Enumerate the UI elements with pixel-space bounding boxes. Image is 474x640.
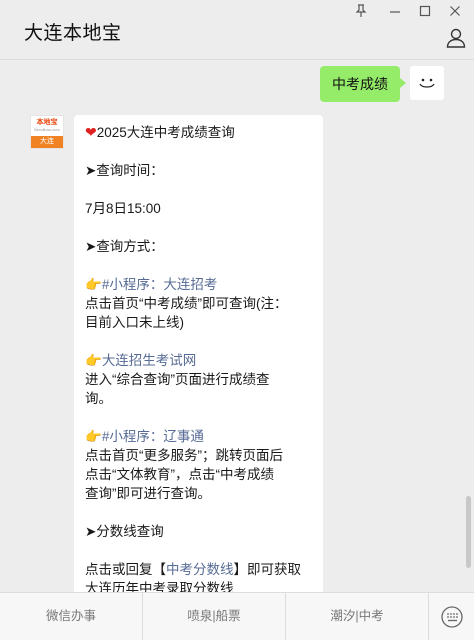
menu-item-tide-exam[interactable]: 潮汐|中考 xyxy=(286,593,428,640)
query-time-label: ➤查询时间： xyxy=(85,163,164,178)
sent-message-bubble[interactable]: 中考成绩 xyxy=(320,66,406,102)
query-method-label: ➤查询方式： xyxy=(85,239,164,254)
pointing-hand-icon: 👉 xyxy=(85,277,102,292)
method1-desc-2: 目前入口未上线) xyxy=(85,315,184,330)
method3-desc-1: 点击首页“更多服务”；跳转页面后 xyxy=(85,448,283,463)
account-avatar[interactable]: 本地宝 Bendibao.com 大连 xyxy=(30,115,64,149)
score-line-desc-2: 大连历年中考录取分数线 xyxy=(85,581,234,592)
score-line-desc: 点击或回复【中考分数线】即可获取 xyxy=(85,562,301,577)
miniprogram-link-liaoshitong[interactable]: #小程序：辽事通 xyxy=(102,429,204,444)
sent-message-row: 中考成绩 xyxy=(320,66,406,102)
avatar-domain: Bendibao.com xyxy=(34,127,60,132)
reply-title-line: ❤2025大连中考成绩查询 xyxy=(85,123,312,142)
avatar-brand: 本地宝 xyxy=(36,119,58,126)
bottom-menu: 微信办事 喷泉|船票 潮汐|中考 xyxy=(0,592,474,640)
score-line-link[interactable]: 中考分数线 xyxy=(166,562,234,577)
chat-info-icon[interactable] xyxy=(446,28,466,48)
pointing-hand-icon: 👉 xyxy=(85,429,102,444)
minimize-icon[interactable] xyxy=(384,4,406,20)
chat-area[interactable]: 中考成绩 本地宝 Bendibao.com 大连 ❤2025大连中考成绩查询 ➤… xyxy=(0,60,474,592)
heart-icon: ❤ xyxy=(85,124,97,140)
miniprogram-link-dalian-zhaokao[interactable]: #小程序：大连招考 xyxy=(102,277,218,292)
user-avatar[interactable] xyxy=(410,66,444,100)
avatar-city: 大连 xyxy=(31,136,63,148)
method3-desc-2: 点击“文体教育”，点击“中考成绩 xyxy=(85,467,274,482)
chat-scrollbar[interactable] xyxy=(466,496,471,568)
pin-icon[interactable] xyxy=(350,4,372,20)
title-bar: 大连本地宝 xyxy=(0,0,474,60)
keyboard-toggle-icon[interactable] xyxy=(440,605,464,629)
pointing-hand-icon: 👉 xyxy=(85,353,102,368)
method2-desc-1: 进入“综合查询”页面进行成绩查 xyxy=(85,372,270,387)
close-icon[interactable] xyxy=(444,4,466,20)
score-line-label: ➤分数线查询 xyxy=(85,524,164,539)
maximize-icon[interactable] xyxy=(414,4,436,20)
method2-desc-2: 询。 xyxy=(85,391,112,406)
reply-title: 2025大连中考成绩查询 xyxy=(96,125,235,140)
query-time-value: 7月8日15:00 xyxy=(85,201,161,216)
menu-divider xyxy=(428,593,429,640)
chat-title: 大连本地宝 xyxy=(24,23,122,44)
exam-website-link[interactable]: 大连招生考试网 xyxy=(102,353,197,368)
method3-desc-3: 查询”即可进行查询。 xyxy=(85,486,211,501)
menu-item-wechat-services[interactable]: 微信办事 xyxy=(0,593,142,640)
method1-desc-1: 点击首页“中考成绩”即可查询(注： xyxy=(85,296,288,311)
reply-message-bubble[interactable]: ❤2025大连中考成绩查询 ➤查询时间： 7月8日15:00 ➤查询方式： 👉#… xyxy=(74,115,323,592)
smiley-icon xyxy=(419,78,435,88)
menu-item-fountain-ferry[interactable]: 喷泉|船票 xyxy=(143,593,285,640)
